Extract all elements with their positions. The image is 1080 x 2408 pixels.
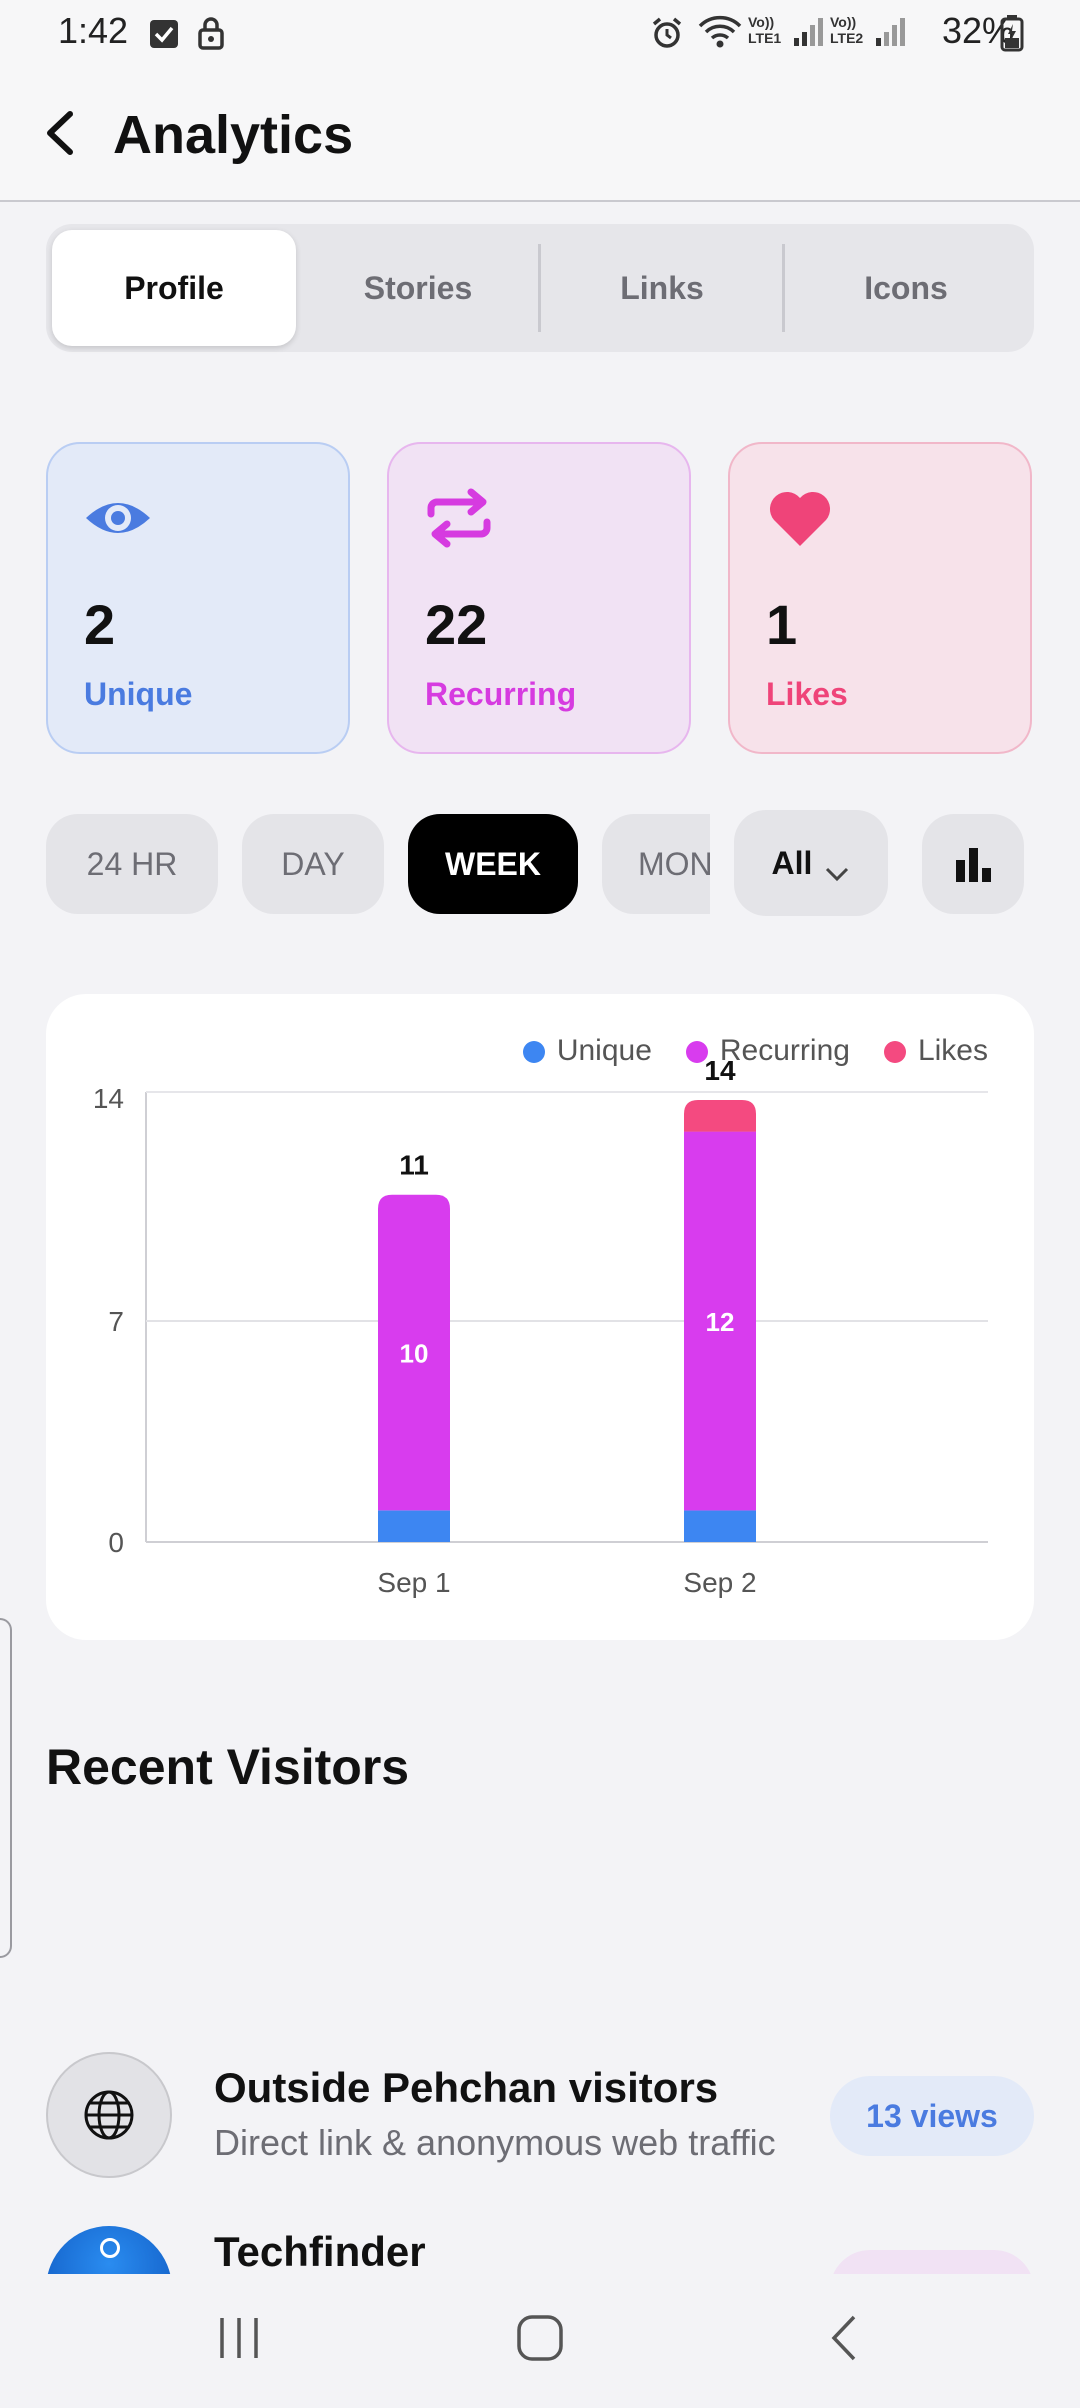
back-arrow-icon[interactable] bbox=[36, 108, 86, 158]
status-time: 1:42 bbox=[58, 10, 129, 51]
likes-count: 1 bbox=[766, 593, 798, 656]
battery-icon bbox=[1000, 14, 1024, 52]
visitor-subtitle: Direct link & anonymous web traffic bbox=[214, 2122, 776, 2163]
unique-count: 2 bbox=[84, 593, 116, 656]
bar-segment-unique bbox=[378, 1510, 450, 1542]
visitor-row-partial: Techfinder bbox=[0, 2200, 1080, 2274]
chevron-down-icon bbox=[824, 854, 850, 882]
chart-type-button[interactable] bbox=[922, 814, 1024, 914]
likes-label: Likes bbox=[766, 676, 848, 712]
range-week-chip[interactable]: WEEK bbox=[408, 814, 578, 914]
visitor-name[interactable]: Outside Pehchan visitors bbox=[214, 2064, 718, 2112]
x-tick-label: Sep 2 bbox=[683, 1567, 756, 1598]
wifi-icon bbox=[696, 14, 744, 50]
stat-card-unique[interactable]: 2 Unique bbox=[46, 442, 350, 754]
eye-icon bbox=[82, 482, 154, 554]
signal-1-icon bbox=[792, 16, 826, 48]
tab-links[interactable]: Links bbox=[540, 230, 784, 346]
unique-label: Unique bbox=[84, 676, 193, 712]
heart-icon bbox=[764, 482, 836, 554]
tab-icons[interactable]: Icons bbox=[784, 230, 1028, 346]
globe-icon bbox=[82, 2088, 136, 2142]
visitor-name[interactable]: Techfinder bbox=[214, 2228, 426, 2274]
analytics-tabs: Profile Stories Links Icons bbox=[46, 224, 1034, 352]
filter-dropdown-value: All bbox=[771, 844, 813, 881]
avatar-glyph bbox=[100, 2238, 120, 2258]
alarm-icon bbox=[650, 16, 684, 50]
visitor-avatar-globe bbox=[46, 2052, 172, 2178]
range-day-chip[interactable]: DAY bbox=[242, 814, 384, 914]
stat-card-recurring[interactable]: 22 Recurring bbox=[387, 442, 691, 754]
range-24hr-chip[interactable]: 24 HR bbox=[46, 814, 218, 914]
y-tick-label: 14 bbox=[93, 1083, 124, 1114]
system-nav-bar bbox=[0, 2274, 1080, 2408]
range-month-chip-clip: MON bbox=[602, 814, 710, 914]
x-tick-label: Sep 1 bbox=[377, 1567, 450, 1598]
bar-inner-label: 10 bbox=[400, 1339, 429, 1369]
page-title: Analytics bbox=[113, 105, 354, 165]
lte2-label: Vo)) LTE2 bbox=[830, 14, 864, 46]
home-icon[interactable] bbox=[516, 2314, 564, 2362]
views-badge[interactable] bbox=[830, 2250, 1034, 2274]
lte1-label: Vo)) LTE1 bbox=[748, 14, 782, 46]
bar-chart-icon bbox=[953, 844, 993, 884]
bar-segment-likes bbox=[684, 1100, 756, 1132]
tab-stories[interactable]: Stories bbox=[296, 230, 540, 346]
recurring-label: Recurring bbox=[425, 676, 577, 712]
stat-card-likes[interactable]: 1 Likes bbox=[728, 442, 1032, 754]
checkbox-notification-icon bbox=[150, 20, 178, 48]
status-bar: 1:42 Vo)) LTE1 Vo)) LTE2 32% bbox=[0, 0, 1080, 66]
views-badge[interactable]: 13 views bbox=[830, 2076, 1034, 2156]
bar-chart: 0 7 14 10 11 Sep 1 12 14 Sep 2 bbox=[93, 1055, 988, 1598]
y-tick-label: 0 bbox=[108, 1527, 124, 1558]
y-tick-label: 7 bbox=[108, 1306, 124, 1337]
range-month-chip[interactable]: MON bbox=[602, 814, 710, 914]
app-bar: Analytics bbox=[0, 66, 1080, 202]
bar-total-label: 11 bbox=[399, 1150, 429, 1181]
edge-panel-handle[interactable] bbox=[0, 1618, 12, 1958]
recurring-count: 22 bbox=[425, 593, 488, 656]
bar-inner-label: 12 bbox=[706, 1307, 735, 1337]
bar-segment-unique bbox=[684, 1510, 756, 1542]
signal-2-icon bbox=[874, 16, 908, 48]
filter-dropdown[interactable]: All bbox=[734, 810, 888, 916]
chart-card: Unique Recurring Likes 0 7 14 10 11 Sep 1 12 14… bbox=[46, 994, 1034, 1640]
tab-profile[interactable]: Profile bbox=[52, 230, 296, 346]
repeat-icon bbox=[423, 482, 495, 554]
recent-apps-icon[interactable] bbox=[216, 2316, 262, 2360]
bar-total-label: 14 bbox=[704, 1055, 736, 1086]
back-icon[interactable] bbox=[826, 2314, 862, 2362]
lock-icon bbox=[196, 16, 226, 50]
recent-visitors-title: Recent Visitors bbox=[46, 1739, 410, 1795]
